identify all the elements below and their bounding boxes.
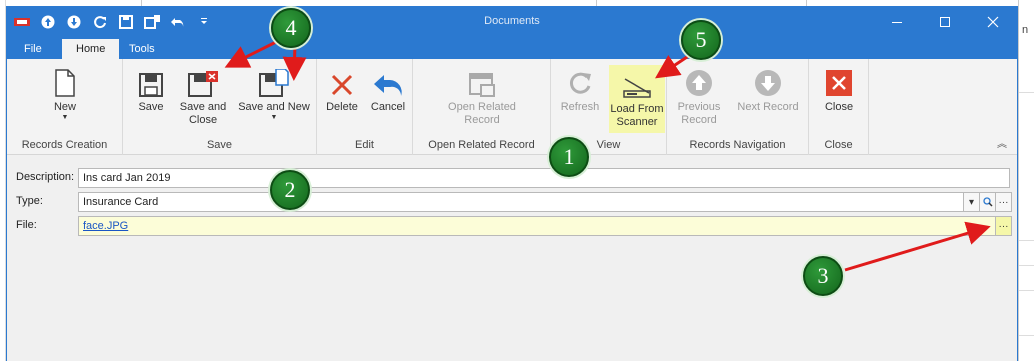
- previous-record-button[interactable]: Previous Record: [675, 63, 723, 127]
- next-icon: [755, 70, 781, 96]
- group-label-save: Save: [206, 139, 233, 151]
- save-new-icon: [259, 69, 289, 97]
- delete-label: Delete: [326, 101, 358, 113]
- new-document-icon: [55, 69, 75, 97]
- save-label: Save: [138, 101, 164, 113]
- open-related-icon: [469, 73, 495, 97]
- background-text-fragment: n: [1022, 24, 1029, 36]
- group-label-edit: Edit: [355, 139, 374, 151]
- tab-tools[interactable]: Tools: [115, 39, 169, 59]
- description-input[interactable]: Ins card Jan 2019: [78, 168, 1010, 188]
- open-related-label-2: Record: [464, 114, 500, 126]
- type-row: Type: Insurance Card ▾ ···: [7, 192, 1017, 212]
- type-ellipsis-button[interactable]: ···: [995, 192, 1012, 212]
- open-related-record-button[interactable]: Open Related Record: [441, 63, 523, 127]
- annotation-badge-3: 3: [803, 256, 843, 296]
- new-label: New: [53, 101, 76, 113]
- refresh-icon: [569, 72, 591, 94]
- previous-label-2: Record: [681, 114, 717, 126]
- minimize-icon[interactable]: [873, 7, 921, 37]
- dropdown-arrow-icon: ▼: [270, 114, 278, 121]
- save-and-new-button[interactable]: Save and New ▼: [237, 63, 311, 122]
- cancel-button[interactable]: Cancel: [367, 63, 409, 114]
- close-icon[interactable]: [969, 7, 1017, 37]
- next-label: Next Record: [737, 101, 799, 113]
- delete-button[interactable]: Delete: [323, 63, 361, 114]
- type-search-icon[interactable]: [979, 192, 996, 212]
- new-button[interactable]: New ▼: [41, 63, 89, 122]
- file-row: File: face.JPG ···: [7, 216, 1017, 236]
- type-dropdown-icon[interactable]: ▾: [963, 192, 980, 212]
- documents-window: Documents File Home Tools New ▼ Records …: [6, 6, 1018, 361]
- refresh-label: Refresh: [560, 101, 600, 113]
- annotation-badge-5: 5: [681, 20, 721, 60]
- close-window-icon: [826, 70, 852, 96]
- group-records-navigation: Previous Record Next Record Records Navi…: [667, 59, 809, 155]
- maximize-icon[interactable]: [921, 7, 969, 37]
- save-button[interactable]: Save: [133, 63, 169, 114]
- ribbon: New ▼ Records Creation Save Save and Clo…: [7, 59, 1017, 155]
- tab-file[interactable]: File: [10, 39, 56, 59]
- save-icon: [139, 73, 163, 97]
- save-and-close-label-2: Close: [188, 114, 218, 126]
- refresh-button[interactable]: Refresh: [557, 63, 603, 114]
- previous-icon: [686, 70, 712, 96]
- title-bar: Documents: [7, 7, 1017, 37]
- description-row: Description: Ins card Jan 2019: [7, 168, 1017, 188]
- save-and-new-label: Save and New: [238, 101, 310, 113]
- group-label-records-navigation: Records Navigation: [689, 139, 786, 151]
- next-record-button[interactable]: Next Record: [733, 63, 803, 114]
- close-label: Close: [824, 101, 854, 113]
- dropdown-arrow-icon: ▼: [61, 114, 69, 121]
- group-label-records-creation: Records Creation: [21, 139, 108, 151]
- previous-label-1: Previous: [677, 101, 721, 113]
- group-save: Save Save and Close Save and New ▼ Save: [123, 59, 317, 155]
- type-label: Type:: [16, 195, 43, 207]
- close-button[interactable]: Close: [817, 63, 861, 114]
- group-open-related-record: Open Related Record Open Related Record: [413, 59, 551, 155]
- save-close-icon: [188, 71, 218, 97]
- save-and-close-button[interactable]: Save and Close: [175, 63, 231, 127]
- group-close: Close Close: [809, 59, 869, 155]
- file-label: File:: [16, 219, 37, 231]
- annotation-badge-4: 4: [271, 8, 311, 48]
- load-from-scanner-label-2: Scanner: [616, 116, 658, 128]
- group-label-open-related: Open Related Record: [428, 139, 535, 151]
- group-edit: Delete Cancel Edit: [317, 59, 413, 155]
- tab-home[interactable]: Home: [62, 39, 120, 59]
- description-label: Description:: [16, 171, 75, 183]
- background-app-right: n: [1018, 0, 1034, 361]
- file-input[interactable]: face.JPG: [78, 216, 996, 236]
- cancel-label: Cancel: [370, 101, 406, 113]
- window-title: Documents: [484, 15, 540, 27]
- scanner-icon: [623, 78, 651, 98]
- type-select[interactable]: Insurance Card: [78, 192, 964, 212]
- window-controls: [873, 7, 1017, 37]
- group-records-creation: New ▼ Records Creation: [7, 59, 123, 155]
- load-from-scanner-button[interactable]: Load From Scanner: [609, 65, 665, 133]
- group-label-close: Close: [824, 139, 853, 151]
- save-and-close-label-1: Save and: [179, 101, 227, 113]
- collapse-ribbon-icon[interactable]: ︽: [997, 135, 1007, 150]
- cancel-icon: [374, 75, 402, 96]
- document-form: Description: Ins card Jan 2019 Type: Ins…: [7, 156, 1017, 361]
- delete-icon: [331, 74, 353, 96]
- open-related-label-1: Open Related: [448, 101, 516, 113]
- ribbon-tabs: File Home Tools: [7, 37, 1017, 59]
- load-from-scanner-label-1: Load From: [610, 103, 664, 115]
- annotation-badge-1: 1: [549, 137, 589, 177]
- annotation-badge-2: 2: [270, 170, 310, 210]
- file-browse-button[interactable]: ···: [995, 216, 1012, 236]
